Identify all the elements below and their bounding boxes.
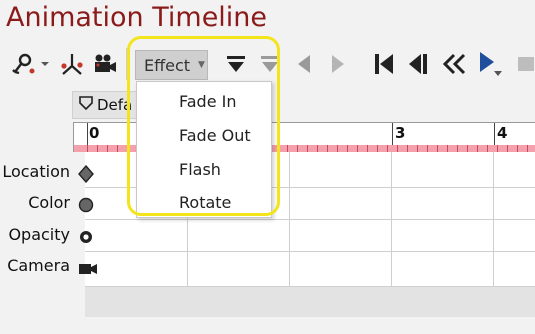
camera-icon — [78, 261, 98, 281]
ruler-minor-tick — [517, 145, 518, 152]
ruler-label-3: 3 — [395, 124, 406, 142]
ruler-minor-tick — [447, 145, 448, 152]
previous-icon[interactable] — [292, 44, 316, 84]
play-icon[interactable] — [475, 44, 505, 84]
ruler-minor-tick — [87, 145, 88, 152]
row-label-color: Color — [28, 193, 70, 212]
ruler-minor-tick — [487, 145, 488, 152]
ruler-minor-tick — [317, 145, 318, 152]
ruler-tick — [87, 123, 88, 145]
ruler-minor-tick — [457, 145, 458, 152]
timeline-footer — [85, 287, 535, 317]
row-label-location: Location — [2, 162, 70, 181]
ruler-minor-tick — [327, 145, 328, 152]
ruler-minor-tick — [527, 145, 528, 152]
page-title: Animation Timeline — [6, 2, 268, 33]
ruler-label-4: 4 — [497, 124, 508, 142]
ruler-minor-tick — [507, 145, 508, 152]
first-frame-icon[interactable] — [370, 44, 398, 84]
row-label-opacity: Opacity — [8, 225, 70, 244]
ruler-minor-tick — [287, 145, 288, 152]
ruler-minor-tick — [467, 145, 468, 152]
ruler-minor-tick — [387, 145, 388, 152]
ruler-minor-tick — [377, 145, 378, 152]
ruler-minor-tick — [437, 145, 438, 152]
ruler-minor-tick — [117, 145, 118, 152]
ruler-minor-tick — [397, 145, 398, 152]
diamond-icon — [78, 164, 94, 187]
ruler-minor-tick — [477, 145, 478, 152]
circle-icon — [78, 197, 94, 217]
next-icon[interactable] — [326, 44, 350, 84]
ruler-minor-tick — [497, 145, 498, 152]
row-label-camera: Camera — [7, 256, 70, 275]
grid-line — [493, 152, 494, 287]
ruler-minor-tick — [427, 145, 428, 152]
grid-line — [85, 251, 535, 252]
ruler-tick — [494, 123, 495, 145]
ruler-minor-tick — [107, 145, 108, 152]
step-back-icon[interactable] — [405, 44, 433, 84]
ruler-tick — [392, 123, 393, 145]
ruler-minor-tick — [97, 145, 98, 152]
ruler-minor-tick — [307, 145, 308, 152]
ruler-minor-tick — [407, 145, 408, 152]
ruler-label-0: 0 — [89, 124, 100, 142]
grid-line — [391, 152, 392, 287]
ruler-minor-tick — [347, 145, 348, 152]
ruler-minor-tick — [297, 145, 298, 152]
rewind-icon[interactable] — [440, 44, 470, 84]
ruler-minor-tick — [367, 145, 368, 152]
menu-highlight-outline — [127, 36, 280, 216]
shield-icon — [79, 96, 93, 114]
ring-icon — [78, 229, 94, 249]
ruler-minor-tick — [337, 145, 338, 152]
ruler-minor-tick — [417, 145, 418, 152]
stop-icon[interactable] — [514, 44, 535, 84]
grid-line — [289, 152, 290, 287]
ruler-minor-tick — [357, 145, 358, 152]
grid-line — [85, 219, 535, 220]
